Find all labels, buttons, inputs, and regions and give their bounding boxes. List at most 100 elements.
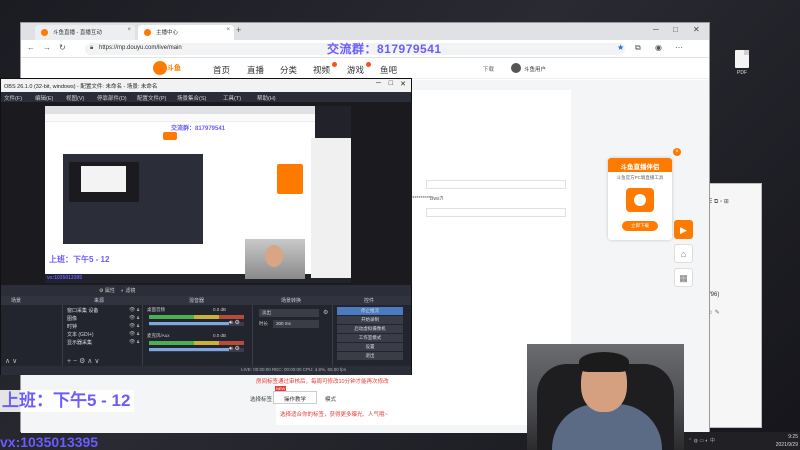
stop-streaming-button[interactable]: 停止推流 — [337, 307, 403, 315]
obs-menu-view[interactable]: 视图(V) — [66, 94, 84, 102]
scenes-dock: ∧ ∨ — [1, 305, 63, 375]
nav-live[interactable]: 直播 — [247, 64, 264, 76]
meter-yellow — [194, 315, 219, 319]
nav-home[interactable]: 首页 — [213, 64, 230, 76]
transition-add-icon[interactable]: ⚙ — [323, 309, 328, 316]
obs-close-icon[interactable]: ✕ — [400, 80, 406, 88]
source-item[interactable]: 图像 — [67, 315, 77, 322]
controls-dock: 停止推流 开始录制 启动虚拟摄像机 工作室模式 设置 退出 — [333, 305, 413, 375]
avatar[interactable] — [511, 63, 521, 73]
contact-overlay: 交流群：817979541 — [327, 42, 442, 56]
nav-fishbar[interactable]: 鱼吧 — [380, 64, 397, 76]
source-controls-icons[interactable]: + − ⚙ ∧ ∨ — [67, 357, 99, 365]
collections-icon[interactable]: ⧉ — [635, 43, 641, 53]
dock-sources-title: 来源 — [94, 298, 105, 304]
grid-icon[interactable]: ▦ — [674, 268, 693, 287]
speaker-icon[interactable]: 🔊︎ ⚙ — [229, 319, 240, 327]
desktop-file-label: PDF — [737, 70, 747, 76]
close-window-icon[interactable]: ✕ — [693, 25, 700, 34]
properties-button[interactable]: ⚙ 属性 — [99, 287, 115, 294]
maximize-icon[interactable]: □ — [673, 25, 678, 34]
studio-mode-button[interactable]: 工作室模式 — [337, 334, 403, 342]
promo-download-button[interactable]: 立即下载 — [622, 221, 658, 231]
obs-menu-help[interactable]: 帮助(H) — [257, 94, 276, 102]
tray-icons[interactable]: ⌃ ◍ ▭ 🔈︎ 中 — [688, 437, 715, 444]
nested-urlbar — [45, 114, 315, 122]
new-tab-icon[interactable]: + — [236, 25, 241, 35]
obs-minimize-icon[interactable]: ─ — [376, 80, 381, 87]
source-item[interactable]: 文本 (GDI+) — [67, 331, 94, 338]
start-recording-button[interactable]: 开始录制 — [337, 316, 403, 324]
forward-icon[interactable]: → — [43, 43, 51, 52]
exit-button[interactable]: 退出 — [337, 352, 403, 360]
nested-vx: vx:1035013395 — [47, 275, 83, 281]
obs-menubar: 文件(F) 编辑(E) 视图(V) 停靠部件(D) 配置文件(P) 场景集合(S… — [1, 92, 411, 102]
browser-tab[interactable]: 斗鱼直播 - 直播互动 × — [35, 25, 135, 40]
virtual-camera-button[interactable]: 启动虚拟摄像机 — [337, 325, 403, 333]
obs-preview[interactable]: 交流群：817979541 上班：下午5 - 12 vx:1035013395 — [1, 102, 412, 285]
nested-logo-icon — [163, 132, 177, 140]
back-icon[interactable]: ← — [27, 43, 35, 52]
promo-card[interactable]: 斗鱼直播伴侣 斗鱼官方PC端直播工具 立即下载 — [608, 158, 672, 240]
user-name[interactable]: 斗鱼用户 — [524, 65, 546, 73]
eye-lock-icon[interactable]: 👁︎ 🔒︎ — [129, 339, 139, 345]
mixer-track-level: 0.0 dB — [213, 333, 227, 338]
speaker-icon[interactable]: 🔊︎ ⚙ — [229, 345, 240, 353]
obs-menu-docks[interactable]: 停靠部件(D) — [97, 94, 127, 102]
text-field[interactable] — [426, 208, 566, 217]
nested-promo-icon — [277, 164, 303, 194]
reload-icon[interactable]: ↻ — [59, 43, 66, 52]
obs-title-text: OBS 26.1.0 (32-bit, windows) - 配置文件: 未命名… — [4, 84, 158, 90]
source-item[interactable]: 窗口采集 设备 — [67, 307, 98, 314]
eye-lock-icon[interactable]: 👁︎ 🔒︎ — [129, 331, 139, 337]
nested-capture: 交流群：817979541 上班：下午5 - 12 vx:1035013395 — [45, 106, 351, 283]
scene-controls-icons[interactable]: ∧ ∨ — [5, 357, 17, 365]
star-icon[interactable]: ★ — [617, 43, 624, 52]
duration-input[interactable]: 300 ms — [273, 320, 319, 328]
minimize-icon[interactable]: ─ — [653, 25, 659, 34]
obs-maximize-icon[interactable]: □ — [389, 80, 393, 87]
desktop-file-icon[interactable]: PDF — [728, 50, 756, 76]
promo-close-icon[interactable]: × — [673, 148, 681, 156]
home-icon[interactable]: ⌂ — [674, 244, 693, 263]
tag-button[interactable]: 操作教学 — [273, 391, 317, 404]
tag-mode-label[interactable]: 模式 — [325, 395, 336, 403]
hot-dot-icon — [366, 62, 371, 67]
text-field[interactable] — [426, 180, 566, 189]
obs-statusbar: LIVE: 00:00:00 REC: 00:00:00 CPU: 4.8%, … — [1, 366, 411, 375]
filters-button[interactable]: ◐ 滤镜 — [121, 287, 135, 294]
obs-menu-tools[interactable]: 工具(T) — [223, 94, 241, 102]
clock-time[interactable]: 9:25 — [776, 434, 798, 440]
douyu-logo[interactable]: 斗鱼 — [153, 61, 193, 77]
nav-video[interactable]: 视频 — [313, 64, 330, 76]
nested-side-window — [311, 138, 351, 278]
source-item[interactable]: 时钟 — [67, 323, 77, 330]
obs-status-text: LIVE: 00:00:00 REC: 00:00:00 CPU: 4.8%, … — [241, 367, 347, 372]
download-link[interactable]: 下载 — [483, 65, 494, 73]
new-badge: NEW — [275, 386, 287, 391]
tab-close-icon[interactable]: × — [127, 27, 131, 33]
nested-schedule: 上班：下午5 - 12 — [47, 254, 112, 265]
play-icon[interactable]: ▶ — [674, 220, 693, 239]
tab-close-icon[interactable]: × — [226, 27, 230, 33]
obs-menu-edit[interactable]: 编辑(E) — [35, 94, 53, 102]
obs-menu-profile[interactable]: 配置文件(P) — [137, 94, 166, 102]
nav-game[interactable]: 游戏 — [347, 64, 364, 76]
webcam-overlay — [527, 344, 684, 450]
source-item[interactable]: 显示器采集 — [67, 339, 92, 346]
tag-label: 选择标签 — [250, 397, 273, 403]
profile-icon[interactable]: ◉ — [655, 43, 662, 52]
browser-tab-active[interactable]: 主播中心 × — [138, 25, 234, 40]
transition-select[interactable]: 淡出 — [259, 309, 319, 317]
obs-menu-file[interactable]: 文件(F) — [4, 94, 22, 102]
eye-lock-icon[interactable]: 👁︎ 🔒︎ — [129, 315, 139, 321]
eye-lock-icon[interactable]: 👁︎ 🔒︎ — [129, 307, 139, 313]
promo-logo-icon — [626, 188, 654, 212]
obs-menu-scene-collection[interactable]: 场景集合(S) — [177, 94, 206, 102]
nav-category[interactable]: 分类 — [280, 64, 297, 76]
settings-button[interactable]: 设置 — [337, 343, 403, 351]
eye-lock-icon[interactable]: 👁︎ 🔒︎ — [129, 323, 139, 329]
more-icon[interactable]: ⋯ — [675, 43, 683, 52]
site-header: 斗鱼 首页 直播 分类 视频 游戏 鱼吧 下载 斗鱼用户 — [21, 59, 709, 79]
clock-date[interactable]: 2021/9/29 — [766, 442, 798, 448]
